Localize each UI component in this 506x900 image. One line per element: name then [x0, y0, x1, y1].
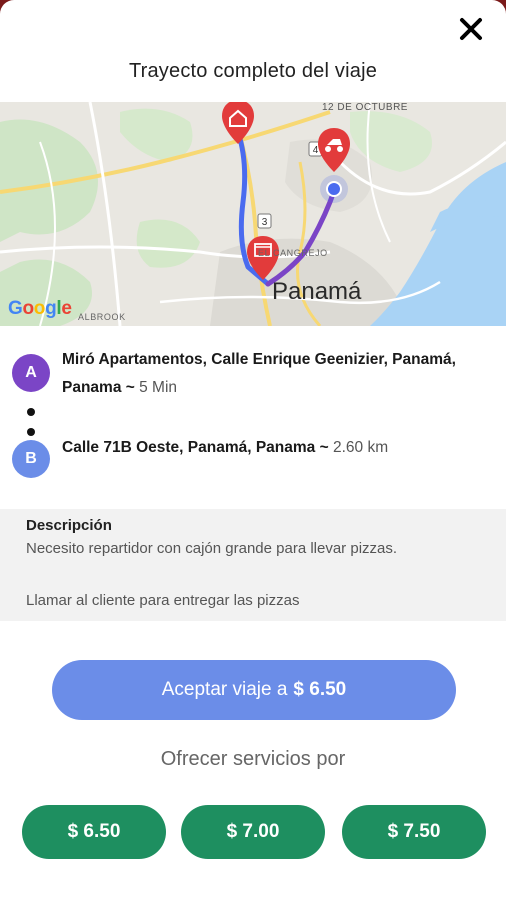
road-shield-3: 3: [262, 217, 268, 228]
road-shield-4: 4: [313, 145, 319, 156]
accept-trip-button[interactable]: Aceptar viaje a $ 6.50: [52, 660, 456, 720]
accept-label: Aceptar viaje a: [161, 679, 288, 700]
city-label: Panamá: [272, 278, 362, 305]
area-label: EL CANGREJO: [258, 248, 328, 258]
origin-duration: 5 Min: [139, 379, 178, 396]
map-canvas: 4 3: [0, 102, 506, 326]
description-line-2: Llamar al cliente para entregar las pizz…: [26, 592, 300, 609]
origin-row: A Miró Apartamentos, Calle Enrique Geeni…: [12, 346, 492, 402]
close-icon: [460, 18, 482, 40]
description-panel: Descripción Necesito repartidor con cajó…: [0, 509, 506, 621]
destination-address-text: Calle 71B Oeste, Panamá, Panama ~: [62, 439, 329, 456]
offer-price-button-1[interactable]: $ 6.50: [22, 805, 166, 859]
district-label: ALBROOK: [78, 312, 126, 322]
trip-sheet: Trayecto completo del viaje 4 3 12 DE OC…: [0, 0, 506, 900]
destination-address: Calle 71B Oeste, Panamá, Panama ~ 2.60 k…: [62, 434, 388, 462]
route-dot: [27, 408, 35, 416]
origin-badge: A: [12, 354, 50, 392]
accept-price: $ 6.50: [293, 679, 347, 700]
destination-badge: B: [12, 440, 50, 478]
street-label: 12 DE OCTUBRE: [322, 102, 408, 113]
google-logo: Google: [8, 298, 72, 319]
page-title: Trayecto completo del viaje: [128, 60, 378, 82]
origin-address-text: Miró Apartamentos, Calle Enrique Geenizi…: [62, 351, 456, 396]
origin-address: Miró Apartamentos, Calle Enrique Geenizi…: [62, 346, 492, 402]
offer-price-button-3[interactable]: $ 7.50: [342, 805, 486, 859]
destination-distance: 2.60 km: [332, 439, 389, 456]
route-map[interactable]: 4 3 12 DE OCTUBRE EL CANGREJO Panamá ALB…: [0, 102, 506, 326]
route-dot: [27, 428, 35, 436]
offer-label: Ofrecer servicios por: [160, 748, 346, 770]
close-button[interactable]: [454, 12, 488, 46]
offer-price-button-2[interactable]: $ 7.00: [181, 805, 325, 859]
route-summary: A Miró Apartamentos, Calle Enrique Geeni…: [12, 346, 492, 478]
description-title: Descripción: [26, 517, 112, 534]
description-line-1: Necesito repartidor con cajón grande par…: [26, 540, 398, 557]
destination-row: B Calle 71B Oeste, Panamá, Panama ~ 2.60…: [12, 434, 492, 478]
